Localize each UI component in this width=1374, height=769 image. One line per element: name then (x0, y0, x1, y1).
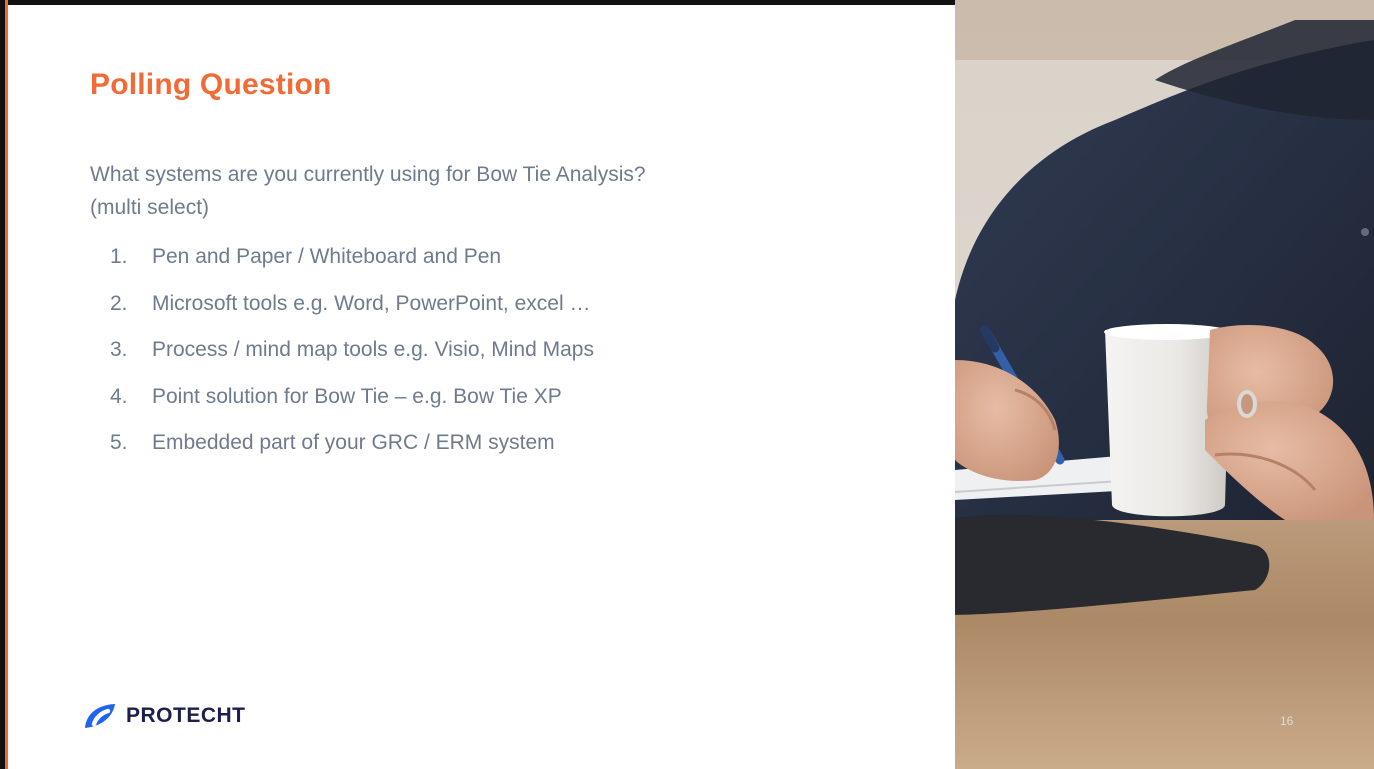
protecht-logo-icon (85, 704, 115, 728)
poll-option-label: Process / mind map tools e.g. Visio, Min… (152, 338, 594, 361)
poll-options-list: 1. Pen and Paper / Whiteboard and Pen 2. M… (110, 242, 594, 475)
poll-option: 2. Microsoft tools e.g. Word, PowerPoint,… (110, 291, 591, 315)
poll-option: 1. Pen and Paper / Whiteboard and Pen (110, 245, 502, 268)
poll-option-label: Embedded part of your GRC / ERM system (152, 431, 555, 454)
poll-question-text: What systems are you currently using for… (90, 163, 646, 186)
protecht-logo: PROTECHT (82, 700, 246, 732)
poll-option-label: Point solution for Bow Tie – e.g. Bow Ti… (152, 384, 562, 408)
person-writing-with-coffee-photo (955, 0, 1374, 769)
poll-option: 4. Point solution for Bow Tie – e.g. Bow … (110, 384, 562, 408)
page-number: 16 (1280, 714, 1294, 728)
poll-option: 5. Embedded part of your GRC / ERM system (110, 431, 555, 454)
poll-option-label: Pen and Paper / Whiteboard and Pen (152, 245, 502, 268)
poll-question: What systems are you currently using for… (90, 158, 850, 224)
poll-question-note: (multi select) (90, 196, 210, 219)
protecht-logo-text: PROTECHT (126, 704, 246, 727)
poll-option: 3. Process / mind map tools e.g. Visio, M… (110, 338, 594, 361)
slide: Polling Question What systems are you cu… (0, 0, 1374, 769)
slide-title: Polling Question (90, 68, 332, 101)
poll-option-label: Microsoft tools e.g. Word, PowerPoint, e… (152, 291, 591, 315)
slide-accent-bar (5, 0, 8, 769)
